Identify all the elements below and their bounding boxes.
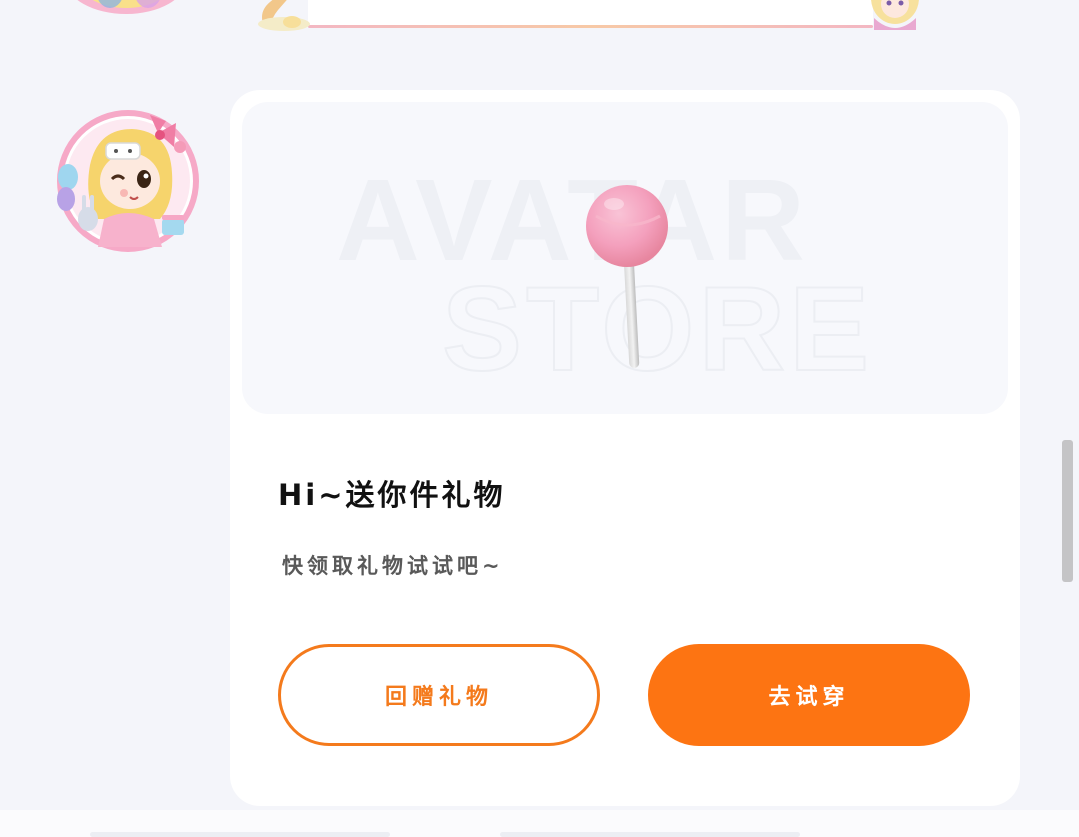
- gift-subtitle: 快领取礼物试试吧~: [282, 554, 504, 578]
- lollipop-icon: [586, 185, 668, 368]
- previous-sender-avatar[interactable]: [62, 0, 190, 18]
- sender-avatar[interactable]: [54, 107, 202, 255]
- try-on-button[interactable]: 去试穿: [648, 644, 970, 746]
- divider: [90, 832, 390, 837]
- anime-girl-decoration-icon: [862, 0, 928, 38]
- next-content-strip: [0, 810, 1079, 837]
- return-gift-button[interactable]: 回赠礼物: [278, 644, 600, 746]
- gift-message-card: AVATAR STORE Hi~送你件礼物 快领取礼物试试吧~ 回赠礼物 去试穿: [230, 90, 1020, 806]
- previous-message-bubble: [248, 0, 928, 32]
- scrollbar-thumb[interactable]: [1062, 440, 1073, 582]
- ice-cream-decoration-icon: [252, 0, 312, 32]
- divider: [500, 832, 800, 837]
- gift-banner: AVATAR STORE: [242, 102, 1008, 414]
- gift-title: Hi~送你件礼物: [278, 478, 506, 512]
